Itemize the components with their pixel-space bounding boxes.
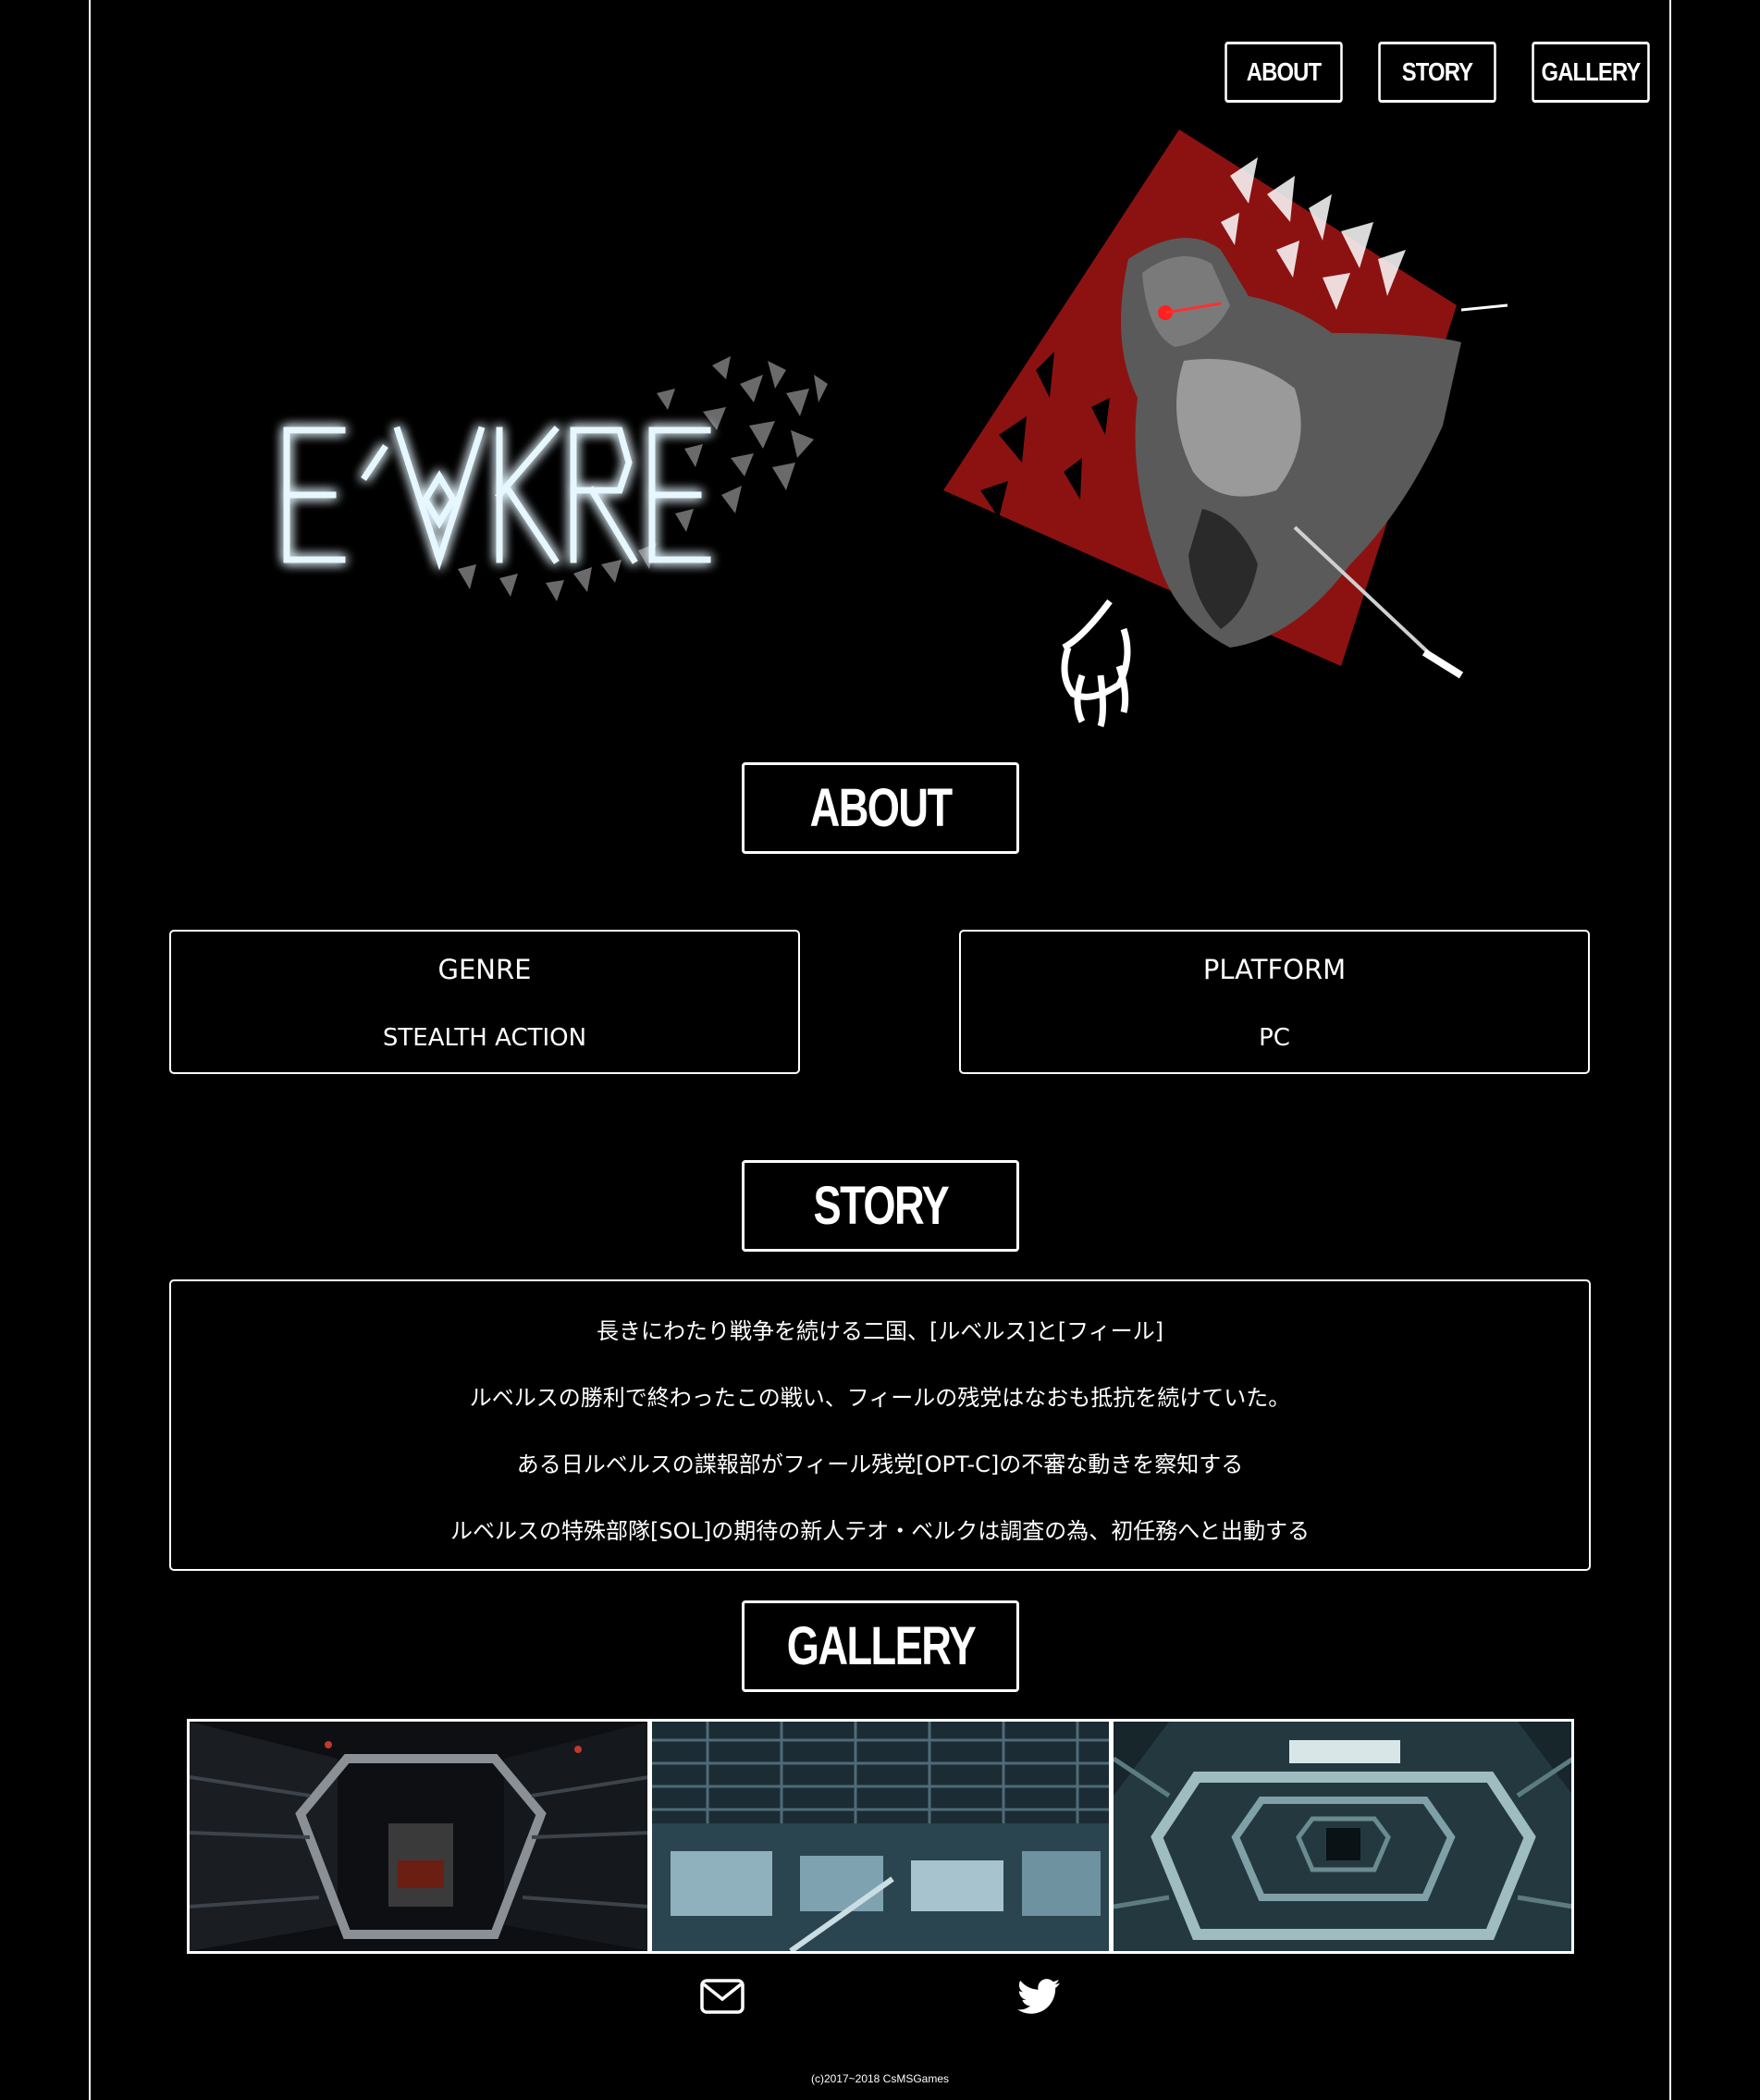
nav-about-button[interactable]: ABOUT [1225, 42, 1343, 103]
story-line-4: ルベルスの特殊部隊[SOL]の期待の新人テオ・ベルクは調査の為、初任務へと出動す… [449, 1518, 1311, 1544]
story-line-2: ルベルスの勝利で終わったこの戦い、フィールの残党はなおも抵抗を続けていた。 [469, 1385, 1291, 1411]
genre-value: STEALTH ACTION [382, 1024, 587, 1052]
twitter-icon[interactable] [1015, 1973, 1062, 2020]
gallery-heading-text: GALLERY [786, 1616, 976, 1676]
platform-title: PLATFORM [1202, 954, 1347, 985]
mail-icon[interactable] [699, 1973, 745, 2020]
frame-right-line [1669, 0, 1671, 2100]
genre-card: GENRE STEALTH ACTION [169, 930, 800, 1074]
gallery-strip [187, 1719, 1574, 1954]
platform-value: PC [1259, 1024, 1290, 1052]
gallery-image-2[interactable] [651, 1722, 1110, 1951]
genre-title: GENRE [437, 954, 532, 985]
top-nav: ABOUT STORY GALLERY [1214, 42, 1660, 103]
gallery-heading: GALLERY [742, 1600, 1019, 1692]
about-heading: ABOUT [742, 762, 1019, 854]
story-heading: STORY [742, 1160, 1019, 1252]
platform-card: PLATFORM PC [959, 930, 1590, 1074]
story-box: 長きにわたり戦争を続ける二国、[ルベルス]と[フィール] ルベルスの勝利で終わっ… [169, 1279, 1591, 1571]
copyright-text: (c)2017~2018 CsMSGames [810, 2072, 950, 2085]
story-line-1: 長きにわたり戦争を続ける二国、[ルベルス]と[フィール] [597, 1318, 1163, 1344]
about-heading-text: ABOUT [809, 778, 953, 838]
game-logo [268, 338, 842, 643]
nav-gallery-button[interactable]: GALLERY [1532, 42, 1650, 103]
nav-story-button[interactable]: STORY [1378, 42, 1496, 103]
story-heading-text: STORY [813, 1176, 949, 1236]
gallery-image-1[interactable] [190, 1722, 647, 1951]
frame-left-line [89, 0, 91, 2100]
story-line-3: ある日ルベルスの諜報部がフィール残党[OPT-C]の不審な動きを察知する [516, 1451, 1244, 1477]
gallery-image-3[interactable] [1114, 1722, 1572, 1951]
hero-character-art [943, 120, 1535, 731]
